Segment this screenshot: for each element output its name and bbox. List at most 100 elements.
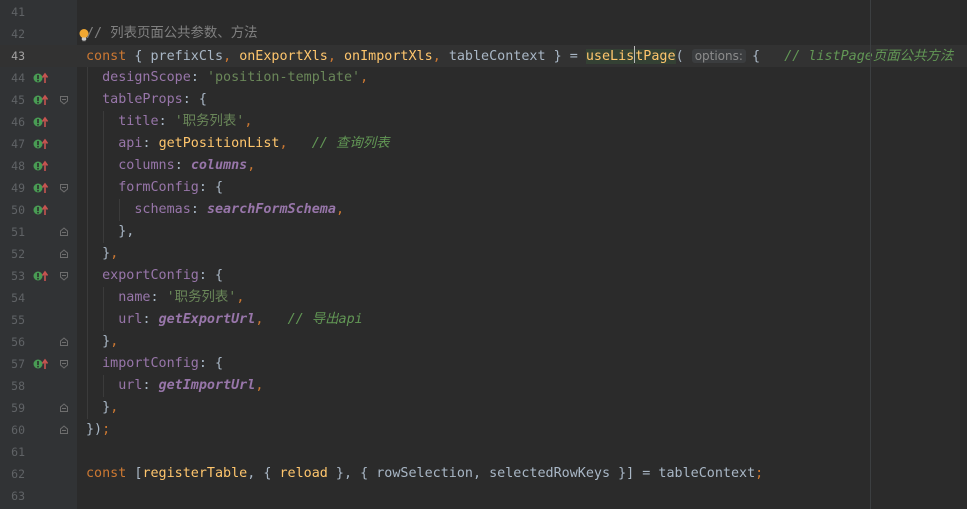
line-number: 45	[11, 93, 25, 107]
code-line[interactable]: 56 },	[0, 331, 967, 353]
implements-method-icon[interactable]	[33, 357, 49, 371]
code-text[interactable]: url: getExportUrl, // 导出api	[86, 310, 362, 330]
code-token: tPage	[635, 49, 676, 64]
code-token: reload	[279, 466, 328, 481]
code-token: :	[150, 290, 167, 305]
code-token: ,	[432, 49, 449, 64]
implements-method-icon[interactable]	[33, 159, 49, 173]
code-line[interactable]: 55 url: getExportUrl, // 导出api	[0, 309, 967, 331]
code-text[interactable]: exportConfig: {	[86, 266, 223, 286]
code-line[interactable]: 54 name: '职务列表',	[0, 287, 967, 309]
code-line[interactable]: 59 },	[0, 397, 967, 419]
code-line[interactable]: 63	[0, 485, 967, 507]
implements-method-icon[interactable]	[33, 269, 49, 283]
code-token: const	[86, 466, 127, 481]
code-line[interactable]: 60});	[0, 419, 967, 441]
code-token: ,	[110, 400, 119, 415]
code-token: //	[86, 26, 111, 41]
fold-collapse-icon[interactable]	[59, 95, 69, 105]
implements-method-icon[interactable]	[33, 203, 49, 217]
fold-end-icon[interactable]	[59, 403, 69, 413]
code-text[interactable]: api: getPositionList, // 查询列表	[86, 134, 389, 154]
code-text[interactable]: importConfig: {	[86, 354, 223, 374]
implements-method-icon[interactable]	[33, 115, 49, 129]
code-token: onExportXls	[239, 49, 328, 64]
code-text[interactable]: formConfig: {	[86, 178, 223, 198]
code-token: :	[142, 312, 159, 327]
code-token: // listPage页面公共方法	[784, 49, 954, 64]
code-token: :	[158, 114, 175, 129]
code-text[interactable]: url: getImportUrl,	[86, 376, 263, 396]
code-token: : {	[198, 268, 224, 283]
implements-method-icon[interactable]	[33, 181, 49, 195]
line-number: 58	[11, 379, 25, 393]
code-text[interactable]: },	[86, 244, 118, 264]
code-token: : {	[182, 92, 207, 107]
code-token: name	[86, 290, 151, 305]
code-line[interactable]: 46 title: '职务列表',	[0, 111, 967, 133]
code-line[interactable]: 62 const [registerTable, { reload }, { ro…	[0, 463, 967, 485]
fold-collapse-icon[interactable]	[59, 183, 69, 193]
code-text[interactable]: },	[86, 398, 118, 418]
code-token: ,	[110, 334, 119, 349]
line-number: 51	[11, 225, 25, 239]
code-token: : {	[198, 180, 224, 195]
code-line[interactable]: 57 importConfig: {	[0, 353, 967, 375]
code-line[interactable]: 45 tableProps: {	[0, 89, 967, 111]
code-line[interactable]: 48 columns: columns,	[0, 155, 967, 177]
code-line[interactable]: 50 schemas: searchFormSchema,	[0, 199, 967, 221]
code-token: designScope	[86, 70, 191, 85]
code-text[interactable]: // 列表页面公共参数、方法	[86, 24, 257, 44]
implements-method-icon[interactable]	[33, 71, 49, 85]
code-line[interactable]: 51 },	[0, 221, 967, 243]
fold-collapse-icon[interactable]	[59, 271, 69, 281]
code-line[interactable]: 53 exportConfig: {	[0, 265, 967, 287]
code-line[interactable]: 61	[0, 441, 967, 463]
code-text[interactable]: });	[86, 420, 110, 440]
code-text[interactable]: name: '职务列表',	[86, 288, 244, 308]
line-number: 50	[11, 203, 25, 217]
code-text[interactable]: const { prefixCls, onExportXls, onImport…	[86, 46, 953, 66]
code-token: url	[86, 312, 143, 327]
code-text[interactable]: designScope: 'position-template',	[86, 68, 368, 88]
code-line[interactable]: 44 designScope: 'position-template',	[0, 67, 967, 89]
code-line[interactable]: 47 api: getPositionList, // 查询列表	[0, 133, 967, 155]
line-number: 43	[11, 49, 25, 63]
line-number: 61	[11, 445, 25, 459]
code-token: :	[190, 70, 207, 85]
code-text[interactable]: schemas: searchFormSchema,	[86, 200, 344, 220]
code-text[interactable]: const [registerTable, { reload }, { rowS…	[86, 464, 763, 484]
fold-collapse-icon[interactable]	[59, 359, 69, 369]
code-token: importConfig	[86, 356, 199, 371]
fold-end-icon[interactable]	[59, 249, 69, 259]
code-token: ,	[247, 158, 256, 173]
fold-end-icon[interactable]	[59, 227, 69, 237]
implements-method-icon[interactable]	[33, 93, 49, 107]
code-token: registerTable	[142, 466, 248, 481]
code-line[interactable]: 58 url: getImportUrl,	[0, 375, 967, 397]
implements-method-icon[interactable]	[33, 137, 49, 151]
fold-end-icon[interactable]	[59, 425, 69, 435]
code-token: , {	[247, 466, 280, 481]
line-number: 44	[11, 71, 25, 85]
code-text[interactable]: title: '职务列表',	[86, 112, 252, 132]
code-token: exportConfig	[86, 268, 199, 283]
code-token: searchFormSchema	[206, 202, 336, 217]
code-line[interactable]: 49 formConfig: {	[0, 177, 967, 199]
code-token: columns	[86, 158, 175, 173]
code-editor[interactable]: 41 42 // 列表页面公共参数、方法 43 const { prefixCls, o…	[0, 0, 967, 509]
code-line[interactable]: 52 },	[0, 243, 967, 265]
code-line[interactable]: 41	[0, 1, 967, 23]
code-text[interactable]: tableProps: {	[86, 90, 207, 110]
code-line[interactable]: 42 // 列表页面公共参数、方法	[0, 23, 967, 45]
code-line[interactable]: 43 const { prefixCls, onExportXls, onImpo…	[0, 45, 967, 67]
code-token: '职务列表'	[174, 114, 245, 129]
code-text[interactable]: columns: columns,	[86, 156, 255, 176]
line-number: 41	[11, 5, 25, 19]
code-text[interactable]: },	[86, 332, 118, 352]
fold-end-icon[interactable]	[59, 337, 69, 347]
code-token: [	[126, 466, 143, 481]
code-text[interactable]: },	[86, 222, 134, 242]
